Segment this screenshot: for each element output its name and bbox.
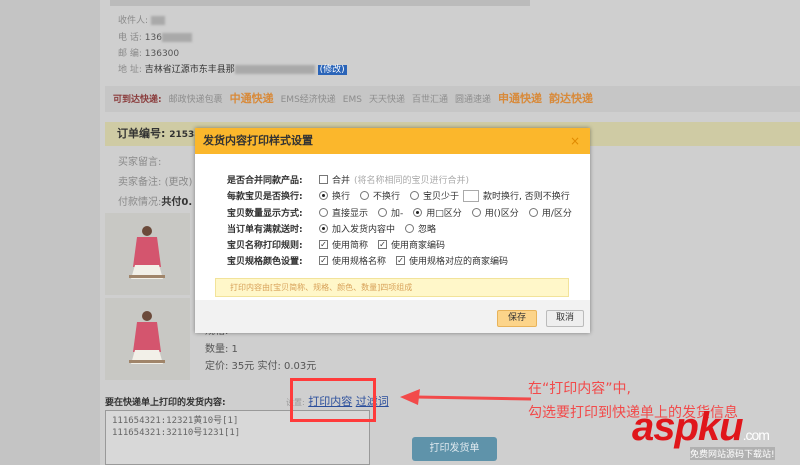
radio-button[interactable] — [528, 208, 538, 217]
dialog-row: 是否合并同款产品: 合并 (将名称相同的宝贝进行合并) — [227, 175, 470, 186]
radio-button[interactable] — [319, 224, 328, 233]
checkbox[interactable]: ✓ — [319, 240, 328, 249]
product-image[interactable] — [105, 298, 190, 380]
arrow-icon — [400, 389, 532, 405]
print-invoice-button[interactable]: 打印发货单 — [412, 437, 497, 461]
close-icon[interactable]: × — [570, 128, 580, 154]
express-option[interactable]: 邮政快递包裹 — [169, 95, 223, 105]
express-option[interactable]: 百世汇通 — [412, 95, 448, 105]
checkbox[interactable]: ✓ — [319, 256, 328, 265]
blurred-name — [150, 16, 165, 25]
edit-address-link[interactable]: (修改) — [317, 65, 347, 75]
print-style-dialog: 发货内容打印样式设置 × 是否合并同款产品: 合并 (将名称相同的宝贝进行合并) 每款宝… — [195, 128, 590, 333]
header-cut — [110, 0, 530, 6]
radio-button[interactable] — [360, 191, 370, 200]
dialog-note: 打印内容由[宝贝简称、规格、颜色、数量]四项组成 — [215, 278, 569, 297]
dialog-row: 宝贝名称打印规则: ✓ 使用简称 ✓ 使用商家编码 — [227, 240, 446, 251]
radio-button[interactable] — [471, 208, 481, 217]
dialog-header: 发货内容打印样式设置 × — [195, 128, 590, 154]
highlight-box — [290, 378, 376, 422]
express-option[interactable]: 中通快递 — [230, 92, 274, 105]
radio-button[interactable] — [378, 208, 388, 217]
dress-image — [129, 311, 165, 364]
express-bar: 可到达快递: 邮政快递包裹 中通快递 EMS经济快递 EMS 天天快递 百世汇通 圆通速递 申通… — [105, 86, 800, 112]
recipient-name-row: 收件人: — [118, 13, 165, 26]
save-button[interactable]: 保存 — [497, 310, 537, 327]
recipient-address-row: 地 址: 吉林省辽源市东丰县那 (修改) — [118, 65, 347, 75]
count-input[interactable] — [463, 189, 480, 202]
radio-button[interactable] — [410, 191, 420, 200]
buyer-message: 买家留言: — [118, 157, 162, 168]
watermark-logo: aspku.com — [632, 405, 770, 449]
dialog-row: 宝贝规格颜色设置: ✓ 使用规格名称 ✓ 使用规格对应的商家编码 — [227, 256, 509, 267]
radio-button[interactable] — [319, 208, 328, 217]
product-price: 定价: 35元 实付: 0.03元 — [205, 361, 317, 372]
blurred-address — [234, 65, 315, 74]
checkbox[interactable] — [319, 175, 328, 184]
dialog-footer: 保存 取消 — [195, 300, 590, 333]
express-option[interactable]: EMS经济快递 — [281, 95, 336, 105]
express-option[interactable]: EMS — [343, 95, 362, 105]
express-option[interactable]: 韵达快递 — [549, 92, 593, 105]
express-option[interactable]: 天天快递 — [369, 95, 405, 105]
seller-note-edit[interactable]: (更改) — [165, 177, 193, 188]
dialog-row: 宝贝数量显示方式: 直接显示 加- 用□区分 用()区分 用/区分 — [227, 208, 572, 219]
recipient-zip-row: 邮 编: 136300 — [118, 49, 180, 59]
express-option[interactable]: 圆通速递 — [455, 95, 491, 105]
seller-note: 卖家备注: (更改) — [118, 177, 193, 188]
checkbox[interactable]: ✓ — [396, 256, 406, 265]
radio-button[interactable] — [319, 191, 328, 200]
product-image[interactable] — [105, 213, 190, 295]
print-content-label: 要在快递单上打印的发货内容: — [105, 398, 226, 408]
express-option[interactable]: 申通快递 — [498, 92, 542, 105]
recipient-phone-row: 电 话: 136 — [118, 30, 192, 43]
dress-image — [129, 226, 165, 279]
cancel-button[interactable]: 取消 — [546, 310, 584, 327]
blurred-phone — [161, 33, 192, 42]
radio-button[interactable] — [413, 208, 423, 217]
dialog-row: 当订单有满就送时: 加入发货内容中 忽略 — [227, 224, 437, 235]
radio-button[interactable] — [405, 224, 415, 233]
payment-info: 付款情况:共付0. — [118, 197, 193, 208]
checkbox[interactable]: ✓ — [378, 240, 388, 249]
dialog-row: 每款宝贝是否换行: 换行 不换行 宝贝少于 款时换行, 否则不换行 — [227, 189, 570, 202]
product-qty: 数量: 1 — [205, 344, 238, 355]
watermark-slogan: 免费网站源码下载站! — [690, 447, 775, 460]
annotation-line1: 在“打印内容”中, — [528, 381, 631, 397]
